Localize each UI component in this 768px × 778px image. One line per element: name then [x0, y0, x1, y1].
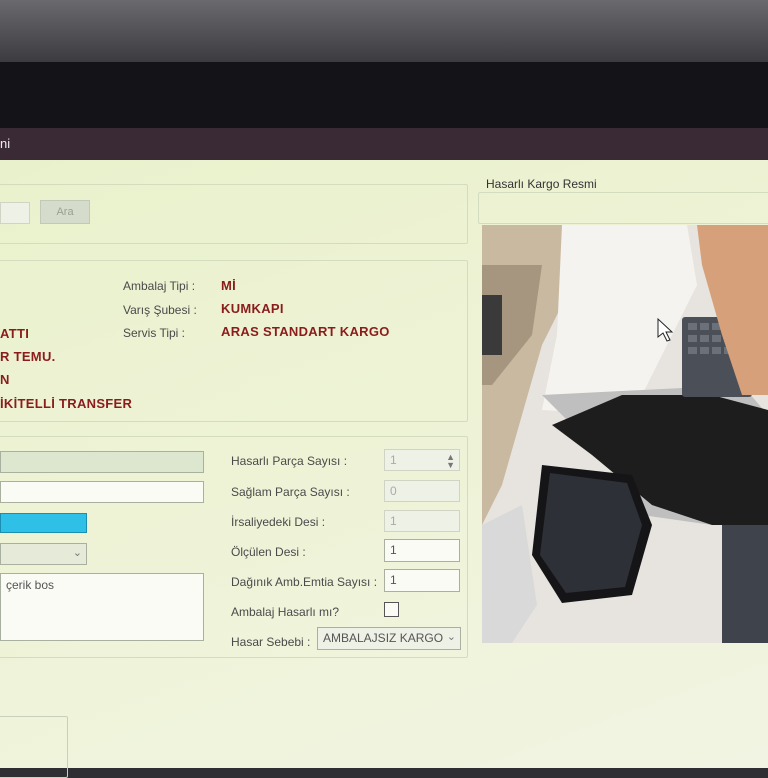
ambalaj-hasarli-label: Ambalaj Hasarlı mı?: [231, 605, 340, 619]
olculen-desi-value: 1: [390, 543, 397, 557]
chevron-down-icon: ⌄: [72, 547, 82, 559]
image-panel-title: Hasarlı Kargo Resmi: [486, 177, 597, 191]
saglam-parca-value: 0: [390, 484, 397, 498]
servis-tipi-label: Servis Tipi :: [123, 326, 186, 340]
search-input[interactable]: [0, 202, 30, 224]
window-title: ni: [0, 136, 11, 151]
ambalaj-tipi-value: Mİ: [221, 278, 237, 293]
search-button[interactable]: Ara: [40, 200, 90, 224]
monitor-bezel: [0, 0, 768, 62]
info-fragment-1: ATTI: [0, 326, 30, 341]
varis-subesi-value: KUMKAPI: [221, 301, 284, 316]
olculen-desi-label: Ölçülen Desi :: [231, 545, 306, 559]
hasarli-parca-stepper[interactable]: 1 ▲ ▼: [384, 449, 460, 471]
irsaliye-desi-field[interactable]: 1: [384, 510, 460, 532]
window-titlebar: ni: [0, 128, 768, 160]
note-textarea[interactable]: çerik bos: [0, 573, 204, 641]
hasar-sebebi-select[interactable]: AMBALAJSIZ KARGO ⌄: [317, 627, 461, 650]
text-field-1[interactable]: [0, 451, 204, 473]
hasar-sebebi-label: Hasar Sebebi :: [231, 635, 311, 649]
bottom-box: [0, 716, 68, 778]
hasarli-parca-label: Hasarlı Parça Sayısı :: [231, 454, 348, 468]
monitor-frame: [0, 62, 768, 128]
info-fragment-4: İKİTELLİ TRANSFER: [0, 396, 133, 411]
olculen-desi-field[interactable]: 1: [384, 539, 460, 562]
chevron-down-icon: ⌄: [446, 630, 456, 643]
ambalaj-tipi-label: Ambalaj Tipi :: [123, 279, 196, 293]
ambalaj-hasarli-checkbox[interactable]: [384, 602, 399, 617]
info-fragment-3: N: [0, 372, 10, 387]
daginik-label: Dağınık Amb.Emtia Sayısı :: [231, 575, 378, 589]
spin-arrows-icon[interactable]: ▲ ▼: [446, 453, 455, 470]
image-panel-header: [478, 192, 768, 224]
daginik-value: 1: [390, 573, 397, 587]
varis-subesi-label: Varış Şubesi :: [123, 303, 197, 317]
irsaliye-desi-label: İrsaliyedeki Desi :: [231, 515, 326, 529]
hasar-sebebi-value: AMBALAJSIZ KARGO: [323, 631, 444, 645]
servis-tipi-value: ARAS STANDART KARGO: [221, 324, 390, 339]
damaged-cargo-photo: [482, 225, 768, 643]
text-field-2[interactable]: [0, 481, 204, 503]
selected-field[interactable]: [0, 513, 87, 533]
dropdown-select[interactable]: ⌄: [0, 543, 87, 565]
saglam-parca-label: Sağlam Parça Sayısı :: [231, 485, 350, 499]
hasarli-parca-value: 1: [390, 453, 397, 467]
irsaliye-desi-value: 1: [390, 514, 397, 528]
daginik-field[interactable]: 1: [384, 569, 460, 592]
note-text: çerik bos: [6, 578, 55, 592]
info-fragment-2: R TEMU.: [0, 349, 56, 364]
saglam-parca-field[interactable]: 0: [384, 480, 460, 502]
